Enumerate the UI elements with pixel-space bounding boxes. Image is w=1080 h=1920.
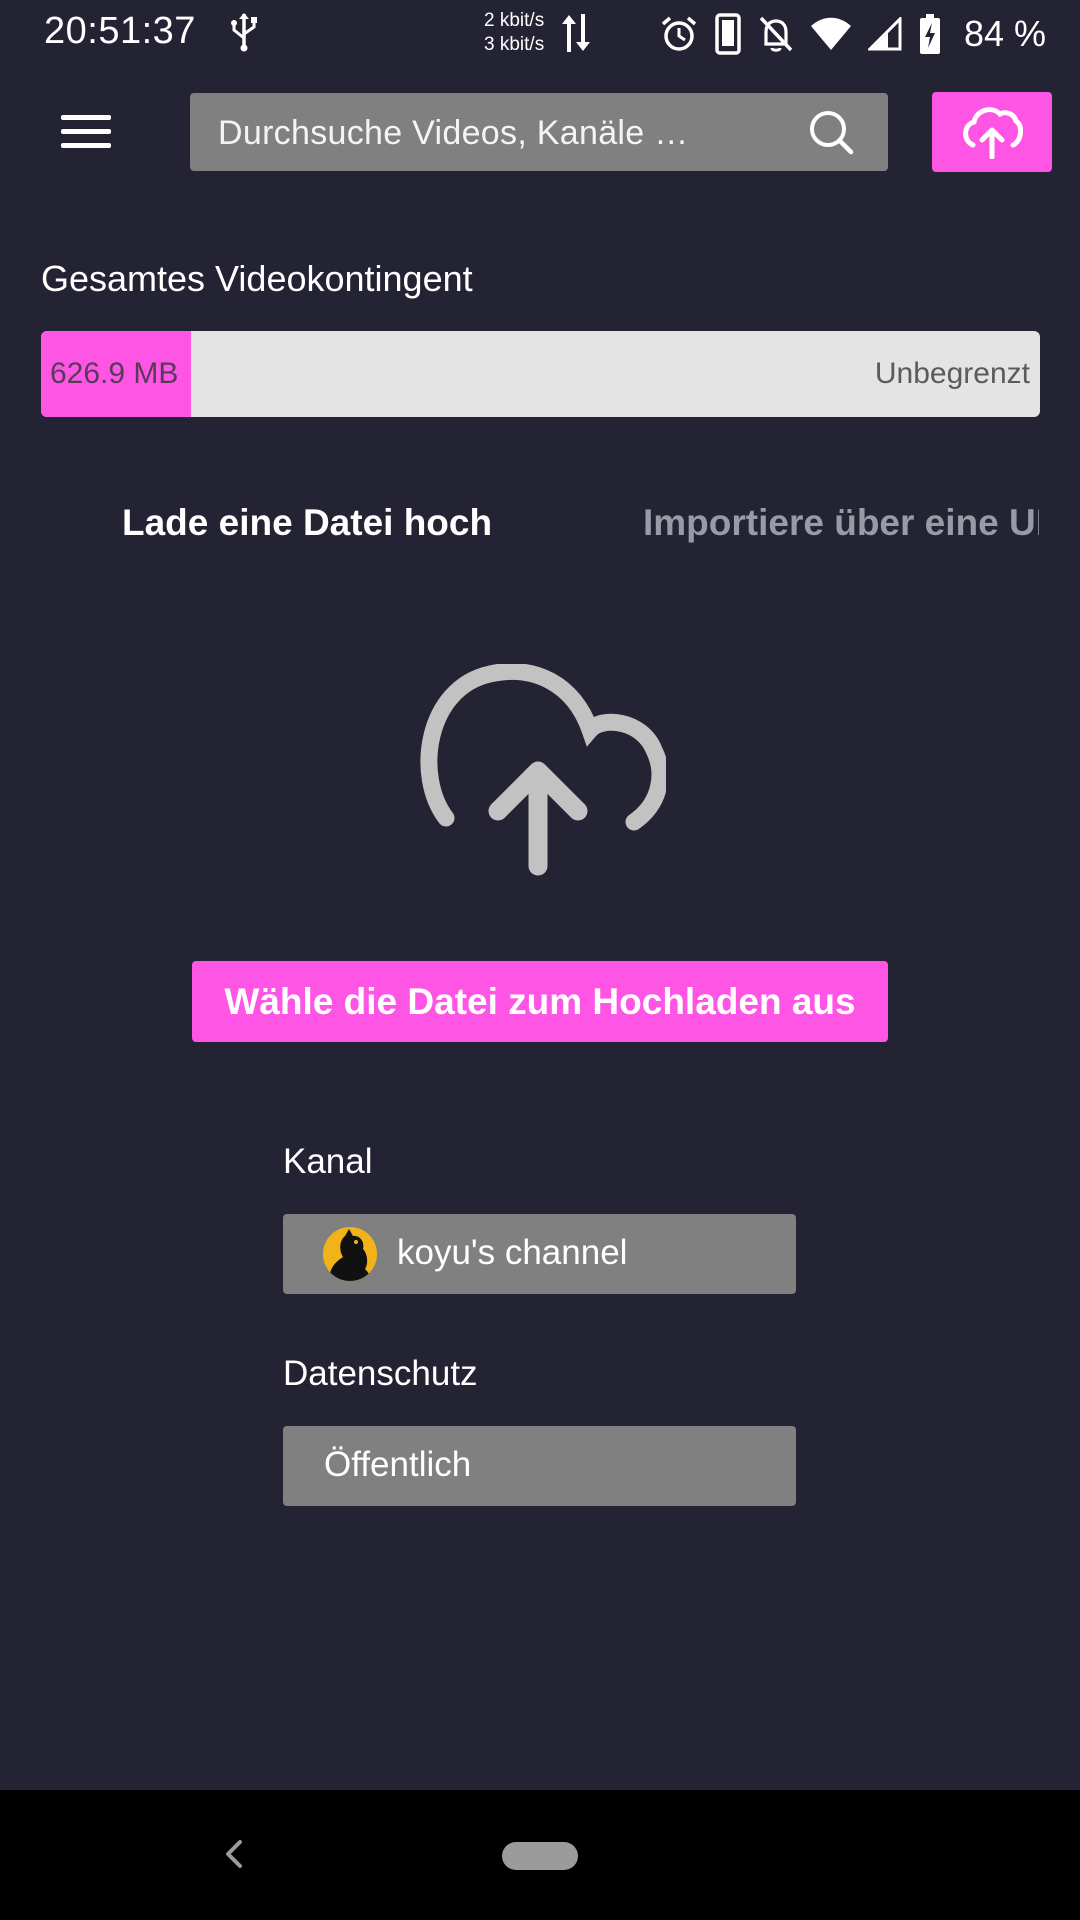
home-pill[interactable] [502,1842,578,1870]
channel-select[interactable]: koyu's channel [283,1214,796,1294]
channel-name: koyu's channel [397,1233,628,1272]
quota-total: Unbegrenzt [874,357,1030,390]
search-placeholder: Durchsuche Videos, Kanäle … [218,114,689,152]
privacy-select[interactable]: Öffentlich [283,1426,796,1506]
avatar-silhouette-icon [329,1229,371,1281]
channel-avatar [323,1227,377,1281]
wifi-icon [811,17,851,50]
tab-import-url[interactable]: Importiere über eine URL [643,502,1039,544]
notifications-off-icon [759,16,793,52]
search-input[interactable]: Durchsuche Videos, Kanäle … [190,93,888,171]
battery-charging-icon [920,14,940,54]
quota-progress-bar: 626.9 MB Unbegrenzt [41,331,1040,417]
battery-percentage: 84 % [964,13,1047,54]
select-file-button[interactable]: Wähle die Datei zum Hochladen aus [192,961,888,1042]
upload-button[interactable] [932,92,1052,172]
network-speed-down: 3 kbit/s [484,34,545,55]
cell-signal-icon [868,17,902,51]
tab-import-url-wrapper: Importiere über eine URL [643,490,1039,560]
network-speed: 2 kbit/s 3 kbit/s [484,9,544,57]
privacy-label: Datenschutz [283,1354,478,1393]
cloud-upload-icon [963,107,1023,159]
menu-button[interactable] [48,100,124,164]
alarm-icon [661,16,697,51]
phone-vibrate-icon [715,13,741,55]
status-icons: 84 % [660,12,1046,56]
status-bar: 20:51:37 2 kbit/s 3 kbit/s 84 % [0,0,1080,66]
usb-icon [231,13,257,52]
privacy-value: Öffentlich [324,1445,472,1484]
cloud-upload-icon [420,664,666,876]
back-icon[interactable] [218,1830,250,1878]
data-transfer-icon [562,14,590,52]
quota-label: Gesamtes Videokontingent [41,258,473,299]
network-speed-up: 2 kbit/s [484,10,545,31]
quota-used: 626.9 MB [50,357,179,390]
status-time: 20:51:37 [44,10,196,52]
upload-tabs: Lade eine Datei hoch Importiere über ein… [0,490,1080,560]
search-icon[interactable] [808,109,854,155]
tab-upload-file[interactable]: Lade eine Datei hoch [122,502,492,544]
hamburger-menu-icon [61,115,111,148]
system-navigation-bar [0,1790,1080,1920]
channel-label: Kanal [283,1142,373,1181]
